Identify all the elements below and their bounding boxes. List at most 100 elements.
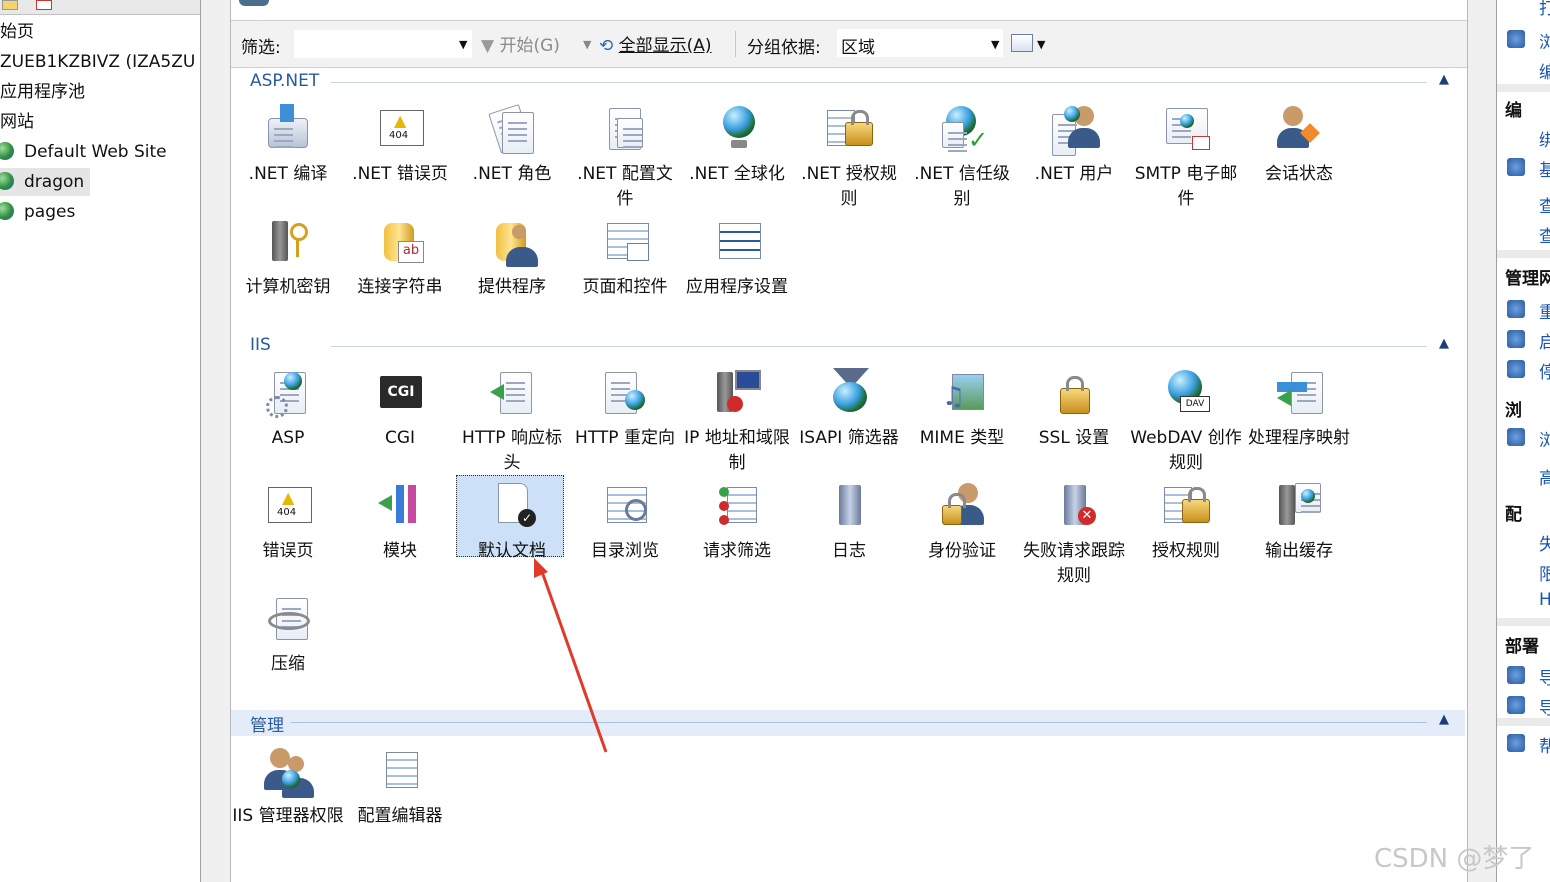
tree-node-app-pools[interactable]: 应用程序池 [0,78,85,106]
feature-cgi[interactable]: CGI CGI [344,368,456,478]
action-icon [1507,360,1525,378]
action-link[interactable]: 查 [1539,192,1550,217]
action-link[interactable]: 停 [1539,358,1550,383]
action-link[interactable]: 导 [1539,664,1550,689]
feature-isapi-filter[interactable]: ISAPI 筛选器 [793,368,905,478]
tree-node-server[interactable]: ZUEB1KZBIVZ (IZA5ZU [0,48,195,76]
action-link[interactable]: 失 [1539,530,1550,555]
watermark: CSDN @梦了 [1374,844,1535,874]
action-link[interactable]: 导 [1539,694,1550,719]
section-header-iis[interactable]: IIS ▲ [231,334,1465,360]
feature-manager-perm[interactable]: IIS 管理器权限 [232,746,344,856]
action-link[interactable]: 启 [1539,328,1550,353]
start-dropdown-arrow-icon[interactable]: ▼ [583,38,591,51]
pages-controls-icon [601,217,649,265]
collapse-chevron-icon[interactable]: ▲ [1439,712,1449,727]
action-link[interactable]: H [1539,590,1550,610]
feature-users[interactable]: .NET 用户 [1018,104,1130,214]
feature-pages-controls[interactable]: 页面和控件 [569,217,681,327]
feature-globe[interactable]: .NET 全球化 [681,104,793,214]
feature-request-filter[interactable]: 请求筛选 [681,481,793,591]
feature-http-headers[interactable]: HTTP 响应标头 [456,368,568,478]
actions-divider [1497,84,1550,92]
feature-log[interactable]: 日志 [793,481,905,591]
pane-splitter[interactable] [201,0,229,882]
action-icon [1507,666,1525,684]
feature-config-editor[interactable]: 配置编辑器 [344,746,456,856]
feature-mime[interactable]: ♫ MIME 类型 [906,368,1018,478]
collapse-chevron-icon[interactable]: ▲ [1439,336,1449,351]
tree-node-start[interactable]: 始页 [0,18,34,46]
feature-label: HTTP 响应标头 [462,428,562,473]
tree-node-dragon[interactable]: dragon [0,168,91,196]
feature-label: .NET 角色 [472,164,552,184]
start-filter-button[interactable]: ▼ 开始(G) [481,31,560,56]
action-link[interactable]: 基 [1539,156,1550,181]
feature-modules[interactable]: 模块 [344,481,456,591]
action-link[interactable]: 编 [1539,58,1550,83]
feature-smtp[interactable]: SMTP 电子邮件 [1130,104,1242,214]
view-mode-icon[interactable] [1011,34,1033,52]
feature-database[interactable]: ab 连接字符串 [344,217,456,327]
action-link[interactable]: 浏 [1539,426,1550,451]
folder-icon[interactable] [2,0,18,10]
http-redirect-icon [601,368,649,416]
feature-asp[interactable]: ASP [232,368,344,478]
action-link[interactable]: 查 [1539,222,1550,247]
feature-ip-restrict[interactable]: IP 地址和域限制 [681,368,793,478]
filter-input[interactable] [293,29,473,59]
action-link[interactable]: 高 [1539,464,1550,489]
action-link[interactable]: 限 [1539,560,1550,585]
feature-provider[interactable]: 提供程序 [456,217,568,327]
group-by-select[interactable]: 区域 ▼ [837,29,1003,58]
feature-label: 失败请求跟踪规则 [1023,541,1125,586]
feature-compile[interactable]: .NET 编译 [232,104,344,214]
tree-node-default-web-site[interactable]: Default Web Site [0,138,167,166]
feature-roles[interactable]: .NET 角色 [456,104,568,214]
feature-handler[interactable]: 处理程序映射 [1243,368,1355,478]
feature-label: 会话状态 [1265,164,1333,184]
feature-directory-browse[interactable]: 目录浏览 [569,481,681,591]
actions-divider [1497,618,1550,626]
action-link[interactable]: 帮 [1539,732,1550,757]
tree-node-label: pages [24,202,76,222]
section-header-aspnet[interactable]: ASP.NET ▲ [231,70,1465,96]
feature-error-page[interactable]: 错误页 [232,481,344,591]
feature-label: 错误页 [262,541,314,561]
feature-label: 授权规则 [1152,541,1220,561]
feature-lock[interactable]: .NET 授权规则 [793,104,905,214]
feature-default-document[interactable]: ✓ 默认文档 [456,475,568,591]
feature-webdav[interactable]: DAV WebDAV 创作规则 [1130,368,1242,478]
collapse-chevron-icon[interactable]: ▲ [1439,72,1449,87]
feature-label: HTTP 重定向 [575,428,675,448]
lock-icon [825,104,873,152]
action-link[interactable]: 打 [1539,0,1550,19]
show-all-button[interactable]: ⟲ 全部显示(A) [599,31,712,56]
tree-node-sites[interactable]: 网站 [0,108,34,136]
disconnect-icon[interactable] [36,0,52,10]
filter-dropdown-arrow-icon[interactable]: ▼ [459,38,467,51]
tree-node-pages[interactable]: pages [0,198,75,226]
feature-auth[interactable]: 身份验证 [906,481,1018,591]
feature-http-redirect[interactable]: HTTP 重定向 [569,368,681,478]
feature-label: 页面和控件 [582,277,668,297]
header-tab [239,0,269,6]
feature-session[interactable]: 会话状态 [1243,104,1355,214]
mime-icon: ♫ [938,368,986,416]
feature-authz[interactable]: 授权规则 [1130,481,1242,591]
view-dropdown-arrow-icon[interactable]: ▼ [1037,38,1045,51]
feature-error-404[interactable]: .NET 错误页 [344,104,456,214]
feature-profile[interactable]: .NET 配置文件 [569,104,681,214]
action-link[interactable]: 绑 [1539,126,1550,151]
section-header-management[interactable]: 管理 ▲ [231,710,1465,736]
feature-output-cache[interactable]: 输出缓存 [1243,481,1355,591]
action-link[interactable]: 浏 [1539,28,1550,53]
actions-divider [1497,718,1550,726]
feature-app-settings[interactable]: 应用程序设置 [681,217,793,327]
feature-ssl-lock[interactable]: SSL 设置 [1018,368,1130,478]
feature-trust[interactable]: ✓ .NET 信任级别 [906,104,1018,214]
feature-compression[interactable]: 压缩 [232,594,344,704]
feature-failed-request[interactable]: ✕ 失败请求跟踪规则 [1018,481,1130,591]
feature-key[interactable]: 计算机密钥 [232,217,344,327]
action-link[interactable]: 重 [1539,298,1550,323]
